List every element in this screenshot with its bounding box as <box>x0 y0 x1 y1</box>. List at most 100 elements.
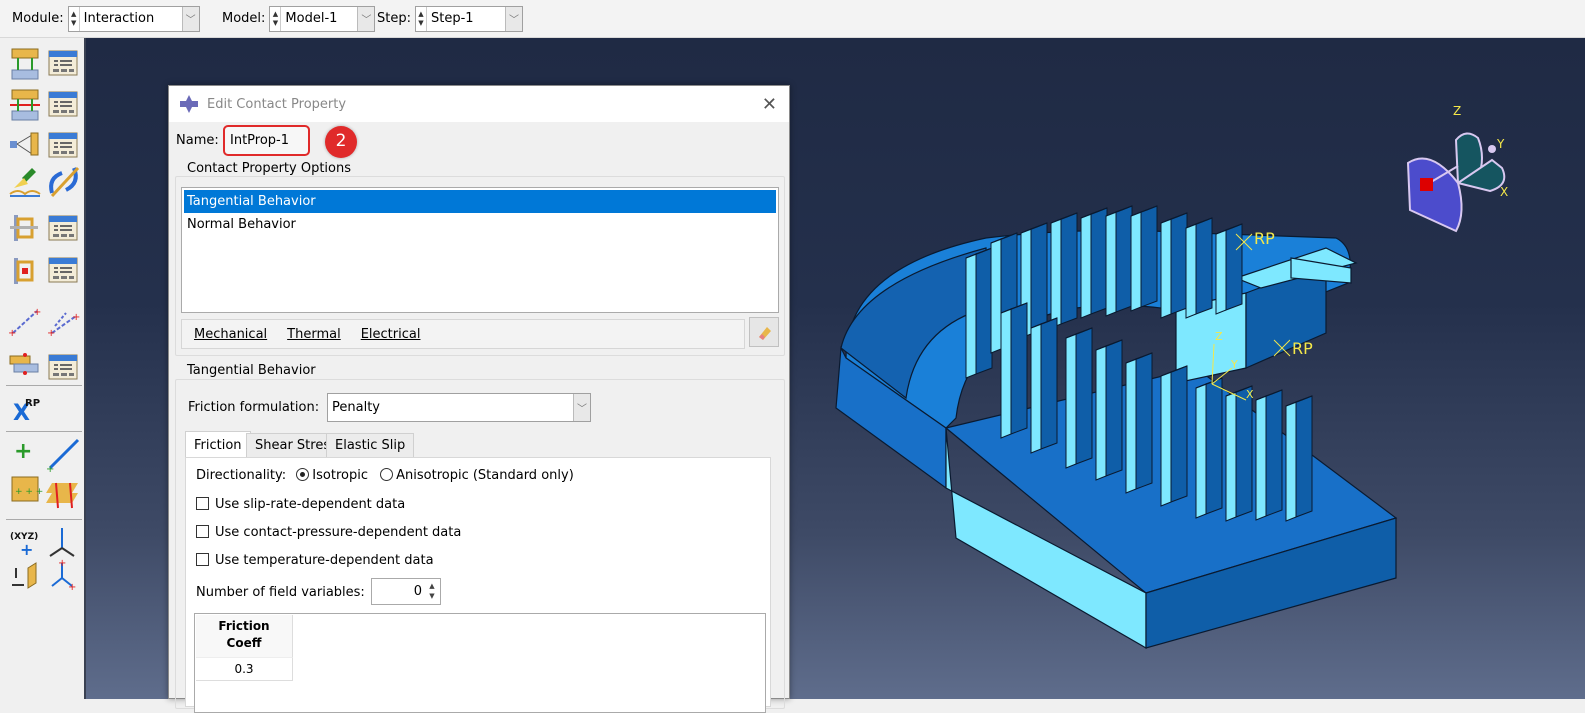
option-tangential-behavior[interactable]: Tangential Behavior <box>184 190 776 213</box>
checkbox-contact-pressure[interactable]: Use contact-pressure-dependent data <box>196 525 461 540</box>
field-variables-spinner[interactable]: 0 ▲ ▼ <box>371 578 441 605</box>
checkbox[interactable] <box>196 497 209 510</box>
fastener-manager-icon[interactable] <box>48 215 78 241</box>
rp-label: RP <box>1254 229 1275 248</box>
friction-formulation-select[interactable]: Penalty ﹀ <box>327 393 591 422</box>
fin <box>1040 317 1058 450</box>
fin <box>1170 212 1188 315</box>
checkbox-temperature[interactable]: Use temperature-dependent data <box>196 553 434 568</box>
rp-label: RP <box>1292 339 1313 358</box>
datum-plane-icon[interactable]: + + + <box>11 476 43 502</box>
chevron-down-icon[interactable]: ﹀ <box>573 394 590 421</box>
fin <box>1105 339 1123 477</box>
name-label: Name: <box>176 133 219 148</box>
model-spinner[interactable]: ▲ ▼ <box>270 6 282 31</box>
fin <box>1105 211 1117 317</box>
transform-icon[interactable] <box>12 562 37 589</box>
datum-axis-icon[interactable]: + <box>46 438 80 475</box>
radio-button[interactable] <box>380 468 394 481</box>
model-combo[interactable]: ▲ ▼ Model-1 ﹀ <box>269 5 376 32</box>
csys-points-icon[interactable]: ++ <box>51 558 76 593</box>
table-cell[interactable]: 0.3 <box>196 657 293 681</box>
checkbox-slip-rate[interactable]: Use slip-rate-dependent data <box>196 497 405 512</box>
module-combo[interactable]: ▲ ▼ Interaction ﹀ <box>67 5 200 32</box>
interaction-manager-icon[interactable] <box>48 50 78 76</box>
tab-friction[interactable]: Friction <box>185 431 251 458</box>
fin <box>1255 395 1267 521</box>
view-triad[interactable]: Z Y X <box>1406 104 1508 233</box>
radio-isotropic[interactable]: Isotropic <box>296 468 368 483</box>
chevron-down-icon[interactable]: ﹀ <box>357 6 375 31</box>
connector-assign-icon[interactable] <box>49 166 80 198</box>
fin <box>1195 217 1213 315</box>
menu-electrical[interactable]: Electrical <box>361 327 421 342</box>
fin <box>990 238 1002 354</box>
interaction-property-create-icon[interactable] <box>10 89 40 121</box>
triad-y-label: Y <box>1496 137 1505 151</box>
fin <box>1080 213 1092 319</box>
wire-feature-icon[interactable] <box>14 258 34 284</box>
step-spinner[interactable]: ▲ ▼ <box>416 6 427 31</box>
constraint-create-icon[interactable] <box>10 132 39 156</box>
directionality-label: Directionality: <box>196 468 287 483</box>
reference-point-icon[interactable]: XRP <box>13 398 40 426</box>
option-normal-behavior[interactable]: Normal Behavior <box>182 213 778 236</box>
svg-text:+ + +: + + + <box>15 487 43 497</box>
fin <box>1000 308 1012 439</box>
fin <box>1130 211 1142 312</box>
wire-create-icon[interactable]: ++ <box>8 307 41 339</box>
x-label: X <box>1246 388 1254 401</box>
radio-anisotropic[interactable]: Anisotropic (Standard only) <box>380 468 574 483</box>
dialog-title: Edit Contact Property <box>207 96 347 112</box>
menu-thermal[interactable]: Thermal <box>287 327 341 342</box>
special-manager-icon[interactable] <box>48 354 78 380</box>
datum-point-icon[interactable]: + <box>14 439 32 464</box>
module-spinner[interactable]: ▲ ▼ <box>69 6 80 31</box>
create-csys-icon[interactable]: (XYZ)+ <box>10 532 38 559</box>
fin <box>1285 401 1297 522</box>
delete-option-button[interactable] <box>749 317 779 347</box>
model-value: Model-1 <box>285 11 338 26</box>
wire-manager-icon[interactable] <box>48 257 78 283</box>
interaction-property-manager-icon[interactable] <box>48 91 78 117</box>
fastener-create-icon[interactable] <box>10 215 38 241</box>
chevron-down-icon[interactable]: ﹀ <box>504 6 522 31</box>
checkbox-label: Use slip-rate-dependent data <box>215 497 406 512</box>
abaqus-diamond-icon <box>180 95 198 113</box>
menu-mechanical[interactable]: Mechanical <box>194 327 267 342</box>
radio-button[interactable] <box>296 468 310 481</box>
checkbox[interactable] <box>196 525 209 538</box>
contact-options-list[interactable]: Tangential Behavior Normal Behavior <box>181 187 779 313</box>
toolbox: + + + + X RP + + + + + (XYZ) + + + <box>0 38 86 699</box>
axis-triad-icon[interactable] <box>49 528 75 557</box>
connector-section-icon[interactable] <box>9 168 41 197</box>
wire-edit-icon[interactable]: ++ <box>47 312 80 339</box>
toolbox-icons: ++ ++ XRP + + + + + (XYZ)+ ++ <box>6 48 82 593</box>
step-combo[interactable]: ▲ ▼ Step-1 ﹀ <box>414 5 523 32</box>
close-icon[interactable]: ✕ <box>762 94 777 115</box>
fin <box>1095 345 1107 481</box>
annotation-badge: 2 <box>325 126 357 158</box>
fin <box>1295 395 1313 518</box>
fin <box>975 247 993 375</box>
fin <box>1185 223 1197 319</box>
friction-data-table[interactable]: Friction Coeff 0.3 <box>194 613 766 713</box>
special-inertia-icon[interactable] <box>9 353 39 375</box>
checkbox[interactable] <box>196 553 209 566</box>
directionality-row: Directionality: Isotropic Anisotropic (S… <box>196 468 574 483</box>
chevron-down-icon[interactable]: ﹀ <box>181 6 199 31</box>
behavior-group-label: Tangential Behavior <box>184 363 319 378</box>
step-value: Step-1 <box>430 11 474 26</box>
friction-formulation-label: Friction formulation: <box>188 400 320 415</box>
fin <box>1050 218 1062 329</box>
tab-elastic-slip[interactable]: Elastic Slip <box>326 433 415 458</box>
dialog-titlebar[interactable]: Edit Contact Property ✕ <box>169 86 789 122</box>
spinner-arrows-icon[interactable]: ▲ ▼ <box>426 581 438 602</box>
fin <box>1125 358 1137 494</box>
fin <box>965 253 977 379</box>
svg-text:+: + <box>33 307 41 318</box>
datum-csys-icon[interactable] <box>46 482 78 509</box>
constraint-manager-icon[interactable] <box>48 132 78 158</box>
interaction-create-icon[interactable] <box>11 48 39 80</box>
name-input[interactable]: IntProp-1 <box>223 125 310 156</box>
